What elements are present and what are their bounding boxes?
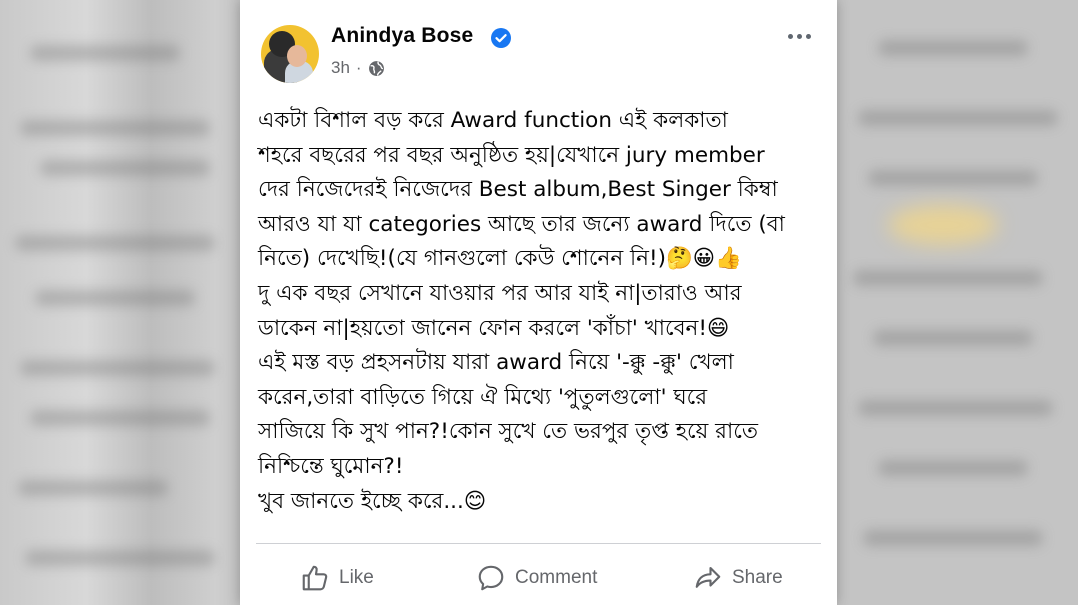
post-text: একটা বিশাল বড় করে Award function এই কলক… — [258, 104, 828, 519]
post-line: সাজিয়ে কি সুখ পান?!কোন সুখে তে ভরপুর তৃ… — [258, 419, 758, 445]
author-name[interactable]: Anindya Bose — [331, 24, 473, 48]
like-button[interactable]: Like — [300, 556, 374, 600]
verified-badge-icon — [491, 28, 511, 48]
blurred-right-panel — [838, 0, 1078, 605]
avatar[interactable] — [261, 25, 319, 83]
post-line: দের নিজেদেরই নিজেদের Best album,Best Sin… — [258, 177, 778, 203]
post-line: নিশ্চিন্তে ঘুমোন?! — [258, 453, 404, 479]
post-timestamp[interactable]: 3h — [331, 58, 350, 78]
meta-separator: · — [355, 58, 362, 77]
blurred-left-panel — [0, 0, 240, 605]
share-button[interactable]: Share — [693, 556, 783, 600]
post-line: করেন,তারা বাড়িতে গিয়ে ঐ মিথ্যে 'পুতুলগ… — [258, 384, 708, 410]
share-arrow-icon — [695, 566, 721, 588]
post-line: এই মস্ত বড় প্রহসনটায় যারা award নিয়ে … — [258, 350, 734, 376]
post-line: খুব জানতে ইচ্ছে করে...😊 — [258, 488, 487, 514]
comment-bubble-icon — [478, 565, 504, 591]
post-line: আরও যা যা categories আছে তার জন্যে award… — [258, 211, 785, 237]
comment-label: Comment — [515, 567, 598, 588]
thumbs-up-icon — [302, 565, 328, 591]
more-options-icon[interactable] — [788, 34, 811, 39]
post-line: দু এক বছর সেখানে যাওয়ার পর আর যাই না|তা… — [258, 280, 742, 306]
post-card: Anindya Bose 3h · একটা বিশাল বড় করে Awa… — [240, 0, 837, 605]
share-label: Share — [732, 567, 783, 588]
post-meta: 3h · — [331, 58, 385, 78]
action-bar: Like Comment Share — [240, 556, 837, 600]
post-line: শহরে বছরের পর বছর অনুষ্ঠিত হয়|যেখানে ju… — [258, 142, 765, 168]
post-line: একটা বিশাল বড় করে Award function এই কলক… — [258, 108, 728, 133]
globe-icon[interactable] — [368, 60, 385, 77]
post-line: নিতে) দেখেছি!(যে গানগুলো কেউ শোনেন নি!)🤔… — [258, 246, 742, 272]
like-label: Like — [339, 567, 374, 588]
post-line: ডাকেন না|হয়তো জানেন ফোন করলে 'কাঁচা' খা… — [258, 315, 730, 341]
comment-button[interactable]: Comment — [476, 556, 597, 600]
action-divider — [256, 543, 821, 544]
